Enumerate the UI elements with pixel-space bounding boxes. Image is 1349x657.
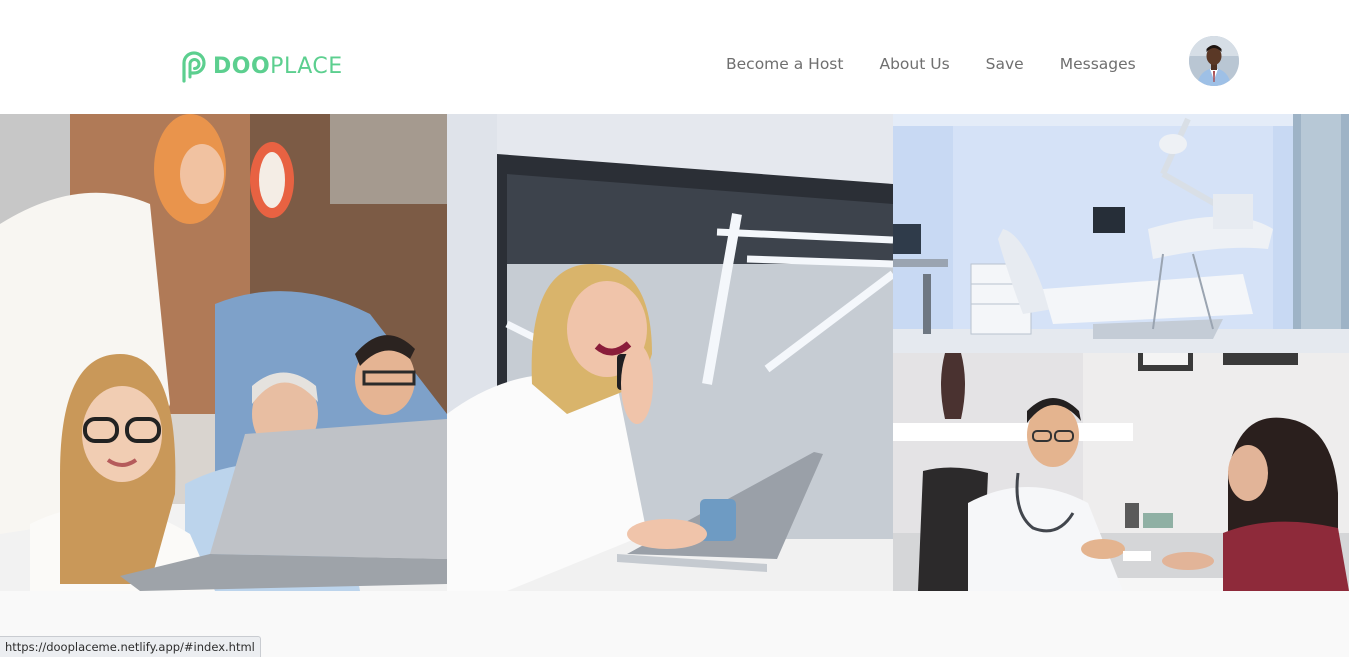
brand-name-light: PLACE	[270, 54, 343, 79]
dental-clinic-photo	[893, 114, 1349, 353]
nav-link-messages[interactable]: Messages	[1060, 54, 1136, 74]
team-at-laptop-photo	[0, 114, 447, 591]
brand-name: DOOPLACE	[213, 51, 343, 83]
user-avatar-photo	[1189, 36, 1239, 86]
woman-on-phone-photo	[447, 114, 893, 591]
dooplace-logo-icon	[182, 51, 206, 83]
gallery-photo-doctor	[893, 353, 1349, 591]
site-header: DOOPLACE Become a Host About Us Save Mes…	[0, 0, 1349, 114]
status-bar-url: https://dooplaceme.netlify.app/#index.ht…	[0, 636, 261, 657]
brand-name-bold: DOO	[213, 54, 271, 79]
hero-gallery	[0, 114, 1349, 591]
gallery-photo-phone-call	[447, 114, 893, 591]
doctor-consultation-photo	[893, 353, 1349, 591]
nav-link-save[interactable]: Save	[986, 54, 1024, 74]
gallery-photo-team	[0, 114, 447, 591]
brand-logo[interactable]: DOOPLACE	[178, 50, 343, 84]
nav-link-become-a-host[interactable]: Become a Host	[726, 54, 843, 74]
nav-link-about-us[interactable]: About Us	[879, 54, 949, 74]
main-nav: Become a Host About Us Save Messages	[726, 54, 1136, 74]
gallery-photo-clinic	[893, 114, 1349, 353]
user-avatar[interactable]	[1189, 36, 1239, 86]
